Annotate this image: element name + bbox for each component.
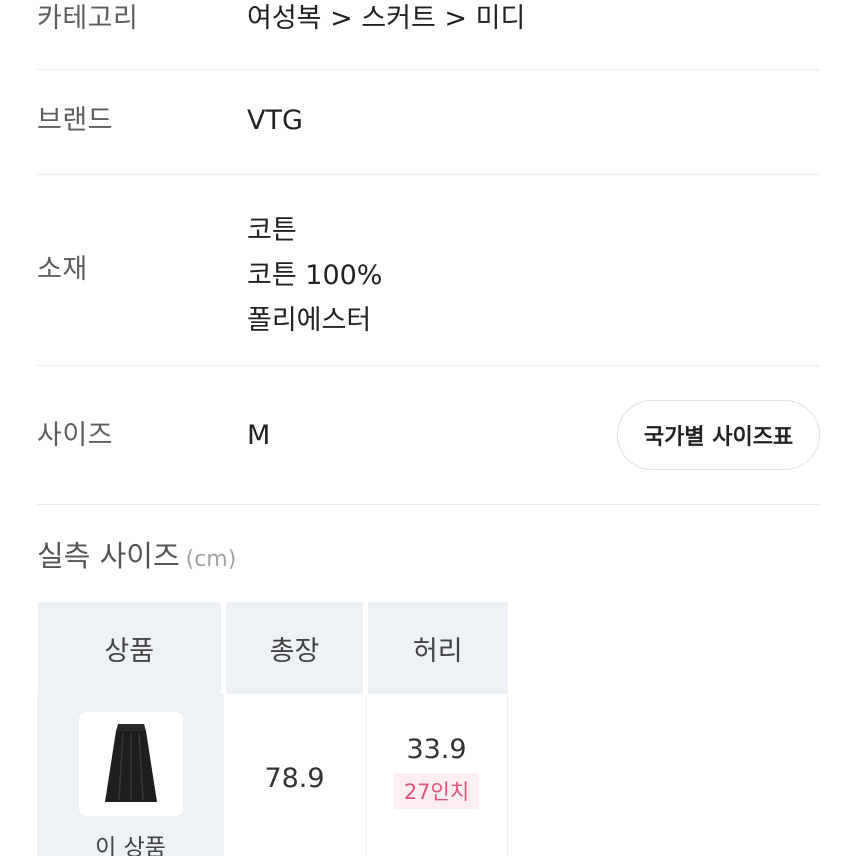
- skirt-image-icon: [104, 724, 157, 802]
- size-label: 사이즈: [37, 420, 114, 451]
- material-value: 폴리에스터: [247, 305, 372, 336]
- category-row: 카테고리 여성복 > 스커트 > 미디: [37, 0, 820, 70]
- material-row: 소재 코튼 코튼 100% 폴리에스터: [37, 175, 820, 366]
- category-label: 카테고리: [37, 3, 139, 34]
- brand-value[interactable]: VTG: [247, 103, 303, 139]
- total-length-value: 78.9: [223, 694, 366, 856]
- measurement-table: 상품 총장 허리 이 상품 78.9 33.9 27인치: [37, 602, 508, 856]
- measurement-unit: (cm): [185, 547, 237, 572]
- product-cell: 이 상품: [37, 694, 224, 856]
- waist-cell: 33.9 27인치: [365, 694, 508, 856]
- header-waist: 허리: [365, 602, 508, 694]
- material-label: 소재: [37, 254, 88, 285]
- measurement-title: 실측 사이즈: [37, 539, 180, 573]
- size-row: 사이즈 M 국가별 사이즈표: [37, 366, 820, 505]
- material-value: 코튼 100%: [247, 260, 383, 291]
- material-values: 코튼 코튼 100% 폴리에스터: [247, 208, 382, 343]
- header-product: 상품: [37, 602, 226, 694]
- this-product-label: 이 상품: [95, 835, 166, 856]
- material-value: 코튼: [247, 215, 297, 246]
- waist-value: 33.9: [406, 733, 467, 765]
- size-value: M: [247, 420, 271, 451]
- product-detail-page: 카테고리 여성복 > 스커트 > 미디 브랜드 VTG 소재 코튼 코튼 100…: [0, 0, 856, 856]
- country-size-chart-button[interactable]: 국가별 사이즈표: [617, 400, 820, 470]
- brand-row: 브랜드 VTG: [37, 70, 820, 175]
- category-value[interactable]: 여성복 > 스커트 > 미디: [247, 1, 525, 37]
- measurement-section-title: 실측 사이즈 (cm): [37, 536, 236, 580]
- product-thumbnail: [78, 712, 183, 816]
- brand-label: 브랜드: [37, 105, 114, 136]
- waist-inch-badge: 27인치: [393, 772, 480, 809]
- table-header-row: 상품 총장 허리: [37, 602, 508, 694]
- table-row: 이 상품 78.9 33.9 27인치: [37, 694, 508, 856]
- header-total-length: 총장: [223, 602, 368, 694]
